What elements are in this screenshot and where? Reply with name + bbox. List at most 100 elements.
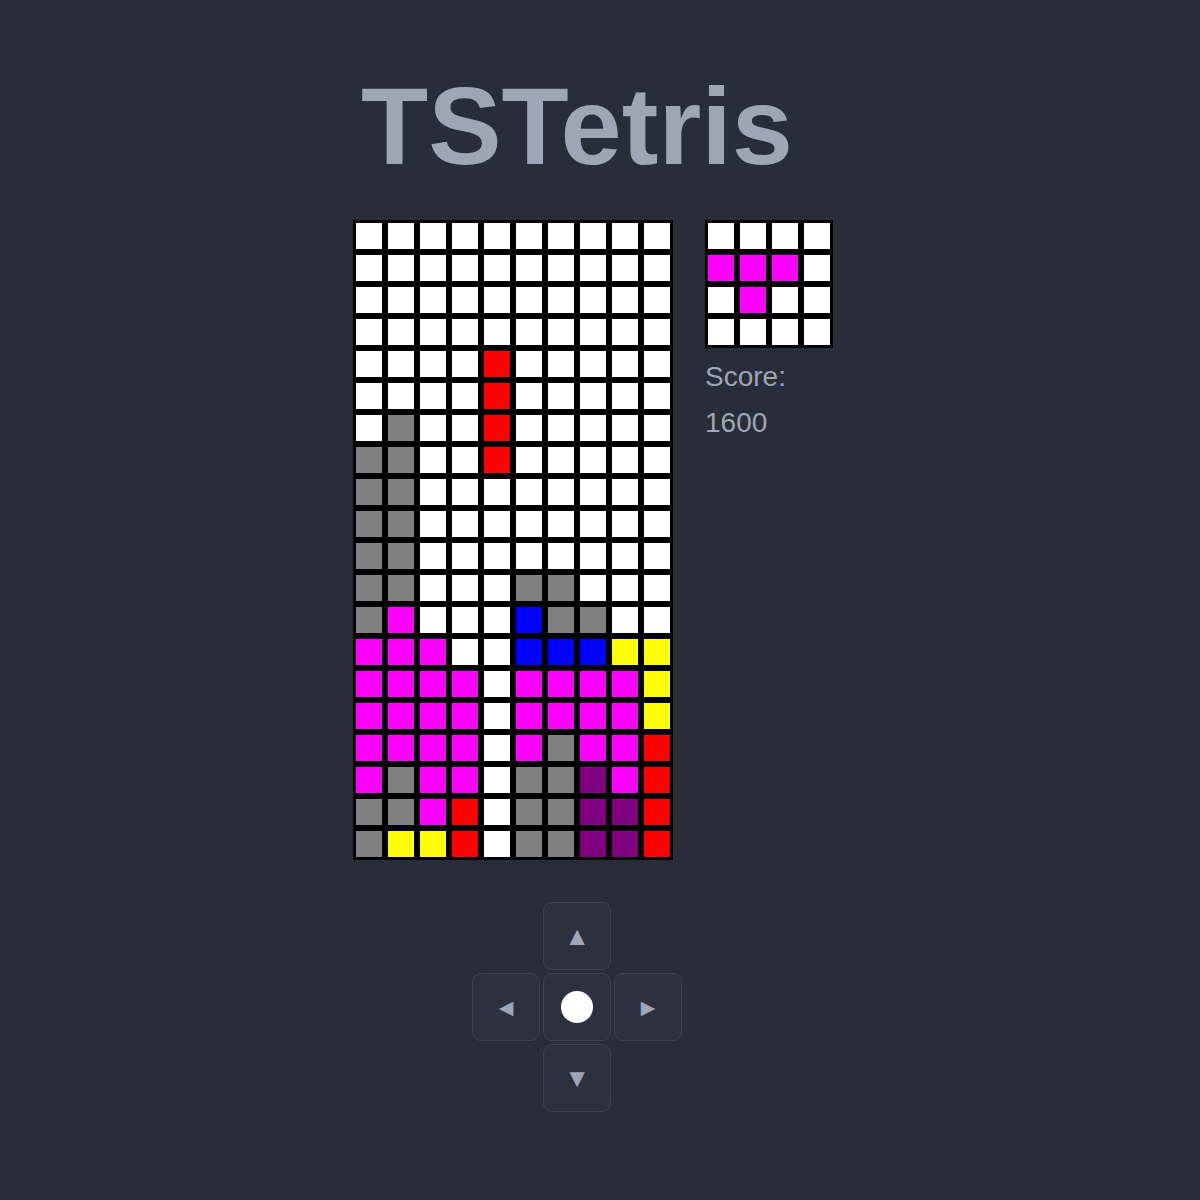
board-cell [548, 319, 574, 345]
board-cell [612, 351, 638, 377]
board-cell [420, 831, 446, 857]
board-cell [516, 287, 542, 313]
board-cell [420, 287, 446, 313]
board-cell [548, 735, 574, 761]
up-button[interactable]: ▲ [543, 902, 611, 970]
board-cell [388, 383, 414, 409]
board-cell [580, 447, 606, 473]
board-cell [388, 319, 414, 345]
game-title: TSTetris [361, 71, 793, 181]
board-cell [356, 511, 382, 537]
board-cell [356, 607, 382, 633]
board-cell [580, 671, 606, 697]
board-cell [644, 575, 670, 601]
board-cell [548, 575, 574, 601]
board-cell [644, 831, 670, 857]
board-cell [388, 255, 414, 281]
board-cell [612, 287, 638, 313]
board-cell [580, 287, 606, 313]
board-cell [612, 415, 638, 441]
board-cell [484, 543, 510, 569]
board-cell [452, 543, 478, 569]
board-cell [548, 799, 574, 825]
board-cell [516, 543, 542, 569]
board-cell [612, 831, 638, 857]
board-cell [388, 799, 414, 825]
board-cell [420, 383, 446, 409]
board-cell [516, 223, 542, 249]
board-cell [516, 639, 542, 665]
board-cell [420, 543, 446, 569]
board-cell [356, 319, 382, 345]
board-cell [612, 319, 638, 345]
down-button[interactable]: ▼ [543, 1044, 611, 1112]
left-button[interactable]: ◀ [472, 973, 540, 1041]
board-cell [484, 447, 510, 473]
board-cell [484, 607, 510, 633]
board-cell [356, 735, 382, 761]
board-cell [516, 351, 542, 377]
board-cell [484, 383, 510, 409]
board-cell [644, 255, 670, 281]
board-cell [580, 767, 606, 793]
board-cell [452, 287, 478, 313]
board-cell [548, 255, 574, 281]
board-cell [612, 639, 638, 665]
board [353, 220, 673, 860]
board-cell [644, 223, 670, 249]
board-cell [516, 575, 542, 601]
board-cell [548, 767, 574, 793]
board-cell [644, 287, 670, 313]
board-cell [420, 415, 446, 441]
next-piece-cell [708, 287, 734, 313]
board-cell [452, 671, 478, 697]
board-cell [452, 639, 478, 665]
board-cell [516, 831, 542, 857]
next-piece-cell [772, 223, 798, 249]
board-cell [548, 703, 574, 729]
board-cell [484, 575, 510, 601]
board-cell [644, 671, 670, 697]
board-cell [548, 383, 574, 409]
board-cell [420, 223, 446, 249]
board-cell [580, 415, 606, 441]
board-cell [388, 415, 414, 441]
next-piece-cell [708, 319, 734, 345]
board-cell [420, 639, 446, 665]
board-cell [548, 447, 574, 473]
board-cell [484, 351, 510, 377]
board-cell [548, 607, 574, 633]
drop-button[interactable] [543, 973, 611, 1041]
board-cell [580, 575, 606, 601]
board-cell [356, 543, 382, 569]
board-cell [612, 799, 638, 825]
board-cell [388, 607, 414, 633]
board-cell [356, 799, 382, 825]
board-cell [388, 671, 414, 697]
score-value: 1600 [705, 400, 833, 446]
right-button[interactable]: ▶ [614, 973, 682, 1041]
board-cell [644, 415, 670, 441]
board-cell [420, 703, 446, 729]
board-cell [580, 383, 606, 409]
board-cell [420, 447, 446, 473]
next-piece-cell [804, 319, 830, 345]
board-cell [580, 255, 606, 281]
board-cell [356, 351, 382, 377]
board-cell [580, 831, 606, 857]
board-cell [388, 831, 414, 857]
board-cell [420, 255, 446, 281]
board-cell [612, 479, 638, 505]
board-cell [612, 607, 638, 633]
board-cell [516, 511, 542, 537]
board-cell [420, 575, 446, 601]
board-cell [612, 383, 638, 409]
board-cell [484, 767, 510, 793]
board-cell [356, 831, 382, 857]
board-cell [644, 639, 670, 665]
board-cell [548, 831, 574, 857]
board-cell [452, 383, 478, 409]
board-cell [452, 223, 478, 249]
board-cell [580, 543, 606, 569]
next-piece-cell [708, 223, 734, 249]
